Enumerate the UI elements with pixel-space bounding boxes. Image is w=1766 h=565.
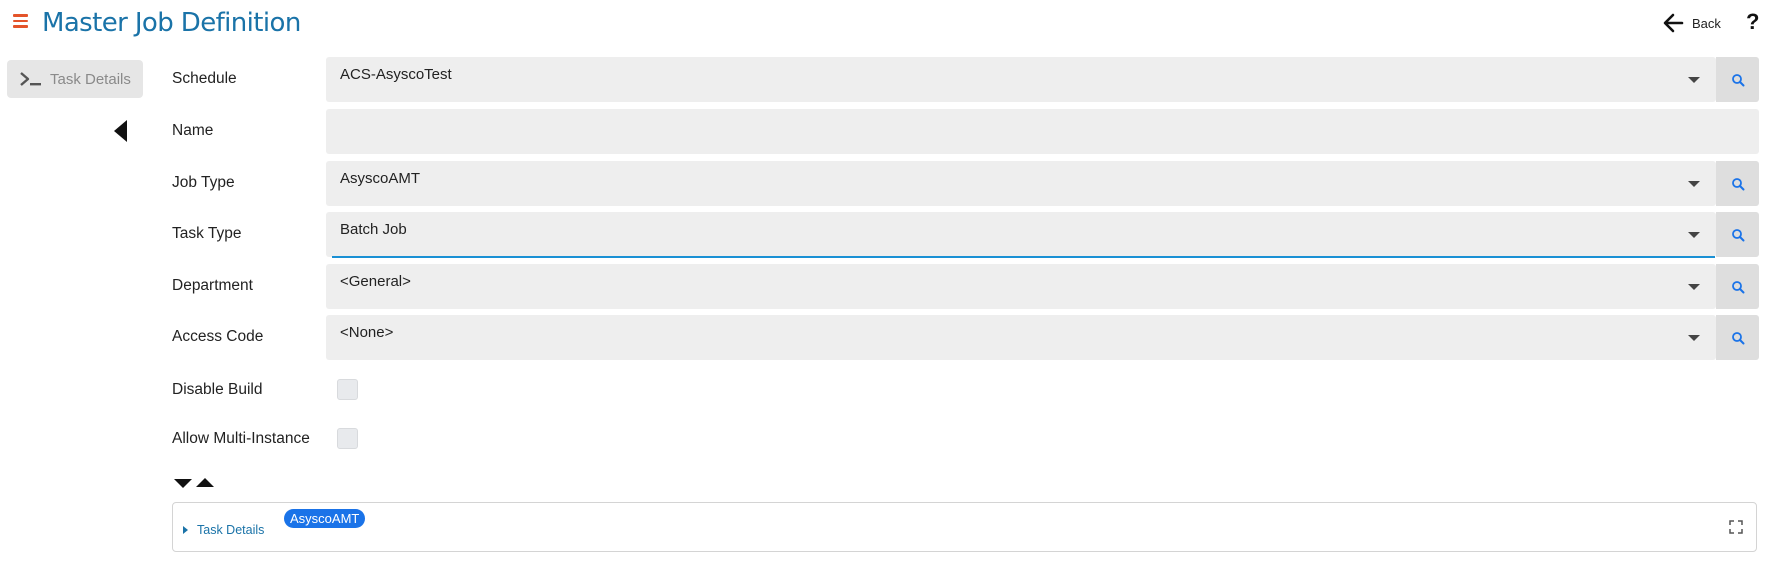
search-icon [1731,177,1744,190]
sidebar-item-label: Task Details [50,70,131,88]
focus-underline [332,256,1715,258]
schedule-value: ACS-AsyscoTest [340,66,452,83]
access-code-label: Access Code [172,328,264,345]
task-type-value: Batch Job [340,221,407,238]
back-label: Back [1692,15,1721,31]
department-value: <General> [340,273,411,290]
fullscreen-icon[interactable] [1729,520,1743,534]
caret-right-icon [183,526,188,534]
task-details-panel-title: Task Details [197,523,265,537]
access-code-value: <None> [340,324,394,341]
schedule-select[interactable]: ACS-AsyscoTest [326,57,1759,102]
header: Master Job Definition Back ? [0,0,1766,46]
arrow-left-icon [1663,13,1684,33]
department-select[interactable]: <General> [326,264,1759,309]
expand-all-icon[interactable] [174,479,192,488]
name-input[interactable] [326,109,1759,154]
help-button[interactable]: ? [1746,9,1759,35]
terminal-icon [20,72,41,86]
allow-multi-instance-label: Allow Multi-Instance [172,430,310,447]
page-title: Master Job Definition [42,8,301,38]
schedule-search-button[interactable] [1716,57,1759,102]
department-search-button[interactable] [1716,264,1759,309]
access-code-search-button[interactable] [1716,315,1759,360]
disable-build-label: Disable Build [172,381,263,398]
name-label: Name [172,122,214,139]
job-type-badge: AsyscoAMT [284,509,366,528]
chevron-down-icon[interactable] [1688,181,1700,187]
job-type-search-button[interactable] [1716,161,1759,206]
task-type-search-button[interactable] [1716,212,1759,257]
search-icon [1731,280,1744,293]
task-type-select[interactable]: Batch Job [326,212,1759,258]
chevron-down-icon[interactable] [1688,232,1700,238]
chevron-down-icon[interactable] [1688,77,1700,83]
job-type-value: AsyscoAMT [340,170,421,187]
task-details-toggle[interactable]: Task Details [183,523,264,537]
job-type-label: Job Type [172,174,235,191]
job-type-select[interactable]: AsyscoAMT [326,161,1759,206]
search-icon [1731,228,1744,241]
chevron-down-icon[interactable] [1688,284,1700,290]
collapse-all-icon[interactable] [196,478,214,487]
chevron-down-icon[interactable] [1688,335,1700,341]
sidebar-item-task-details[interactable]: Task Details [7,60,143,98]
department-label: Department [172,277,253,294]
access-code-select[interactable]: <None> [326,315,1759,360]
disable-build-checkbox[interactable] [337,379,358,400]
search-icon [1731,331,1744,344]
search-icon [1731,73,1744,86]
task-type-label: Task Type [172,225,242,242]
task-details-panel: Task Details AsyscoAMT [172,502,1757,552]
allow-multi-instance-checkbox[interactable] [337,428,358,449]
schedule-label: Schedule [172,70,237,87]
back-button[interactable]: Back [1662,12,1721,34]
collapse-sidebar-icon[interactable] [114,120,128,142]
hamburger-menu-icon[interactable] [13,14,28,28]
